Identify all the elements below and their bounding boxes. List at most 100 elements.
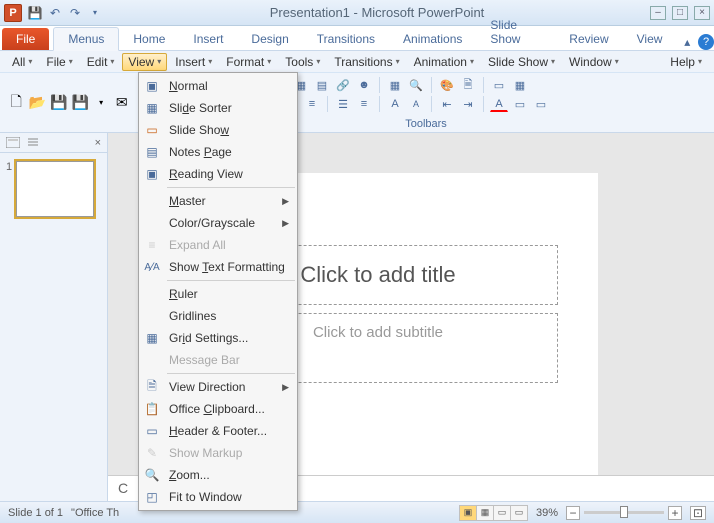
notes-page-icon: ▤ [141, 143, 163, 161]
increase-font-icon[interactable]: A [386, 96, 404, 112]
expand-icon: ≡ [141, 236, 163, 254]
save-icon[interactable]: 💾 [50, 93, 67, 113]
menu-help[interactable]: Help▾ [664, 53, 708, 71]
zoom-in-button[interactable]: + [668, 506, 682, 520]
slide-thumbnail[interactable] [16, 161, 94, 217]
statusbar: Slide 1 of 1 "Office Th ▣ ▦ ▭ ▭ 39% − + … [0, 501, 714, 523]
design-icon[interactable]: ▭ [511, 96, 529, 112]
menu-file[interactable]: File▾ [40, 53, 78, 71]
sorter-view-button[interactable]: ▦ [476, 505, 494, 521]
normal-view-button[interactable]: ▣ [459, 505, 477, 521]
menu-slideshow[interactable]: Slide Show▾ [482, 53, 561, 71]
view-header-footer[interactable]: ▭Header & Footer... [139, 420, 297, 442]
view-color-grayscale[interactable]: Color/Grayscale▶ [139, 212, 297, 234]
close-button[interactable]: × [694, 6, 710, 20]
menu-format[interactable]: Format▾ [220, 53, 277, 71]
zoom-thumb[interactable] [620, 506, 628, 518]
save-icon[interactable]: 💾 [26, 4, 44, 22]
open-icon[interactable]: 📂 [29, 93, 46, 113]
tab-slideshow[interactable]: Slide Show [476, 14, 555, 50]
tab-file[interactable]: File [2, 28, 49, 50]
menu-edit[interactable]: Edit▾ [81, 53, 121, 71]
view-ruler[interactable]: Ruler [139, 283, 297, 305]
tab-view[interactable]: View [623, 28, 677, 50]
menu-tools[interactable]: Tools▾ [279, 53, 326, 71]
view-master[interactable]: Master▶ [139, 190, 297, 212]
zoom-track[interactable] [584, 511, 664, 514]
saveas-icon[interactable]: 💾 [71, 93, 88, 113]
decrease-font-icon[interactable]: A [407, 96, 425, 112]
reading-view-icon: ▣ [141, 165, 163, 183]
menu-transitions[interactable]: Transitions▾ [328, 53, 405, 71]
view-notes-page[interactable]: ▤Notes Page [139, 141, 297, 163]
tab-home[interactable]: Home [119, 28, 179, 50]
ribbon-tabs: File Menus Home Insert Design Transition… [0, 26, 714, 51]
tab-design[interactable]: Design [237, 28, 302, 50]
ribbon-quick-icons: 🗋 📂 💾 💾 ▾ ✉ [0, 73, 138, 132]
newslide2-icon[interactable]: ▭ [532, 96, 550, 112]
view-slide-sorter[interactable]: ▦Slide Sorter [139, 97, 297, 119]
tab-transitions[interactable]: Transitions [303, 28, 389, 50]
mail-icon[interactable]: ✉ [113, 93, 130, 113]
numbering-icon[interactable]: ≡ [355, 96, 373, 112]
view-zoom[interactable]: 🔍Zoom... [139, 464, 297, 486]
outline-tab-icon[interactable] [26, 137, 40, 148]
tab-review[interactable]: Review [555, 28, 622, 50]
hyperlink-icon[interactable]: 🔗 [334, 77, 352, 93]
zoom-out-button[interactable]: − [566, 506, 580, 520]
markup-icon: ✎ [141, 444, 163, 462]
tab-menus[interactable]: Menus [53, 27, 119, 51]
menu-window[interactable]: Window▾ [563, 53, 625, 71]
bullets-icon[interactable]: ☰ [334, 96, 352, 112]
table-icon[interactable]: ▤ [313, 77, 331, 93]
view-grid-settings[interactable]: ▦Grid Settings... [139, 327, 297, 349]
view-office-clipboard[interactable]: 📋Office Clipboard... [139, 398, 297, 420]
layout-icon[interactable]: ▦ [511, 77, 529, 93]
permission-icon[interactable]: ▾ [93, 93, 110, 113]
minimize-button[interactable]: – [650, 6, 666, 20]
view-gridlines[interactable]: Gridlines [139, 305, 297, 327]
reading-view-button[interactable]: ▭ [493, 505, 511, 521]
status-zoom-value[interactable]: 39% [536, 507, 558, 519]
view-fit-to-window[interactable]: ◰Fit to Window [139, 486, 297, 508]
indent-more-icon[interactable]: ⇥ [459, 96, 477, 112]
maximize-button[interactable]: □ [672, 6, 688, 20]
tab-animations[interactable]: Animations [389, 28, 476, 50]
new-icon[interactable]: 🗋 [8, 93, 25, 113]
justify-icon[interactable]: ≡ [303, 96, 321, 112]
qat-dropdown-icon[interactable]: ▾ [86, 4, 104, 22]
slides-tab-icon[interactable] [6, 137, 20, 148]
clipart-icon[interactable]: ☻ [355, 77, 373, 93]
menu-animation[interactable]: Animation▾ [408, 53, 480, 71]
view-show-text-formatting[interactable]: A⁄AShow Text Formatting [139, 256, 297, 278]
header-footer-icon: ▭ [141, 422, 163, 440]
menu-view[interactable]: View▾ [122, 53, 167, 71]
view-reading-view[interactable]: ▣Reading View [139, 163, 297, 185]
help-icon[interactable]: ? [698, 34, 714, 50]
close-panel-icon[interactable]: × [95, 137, 101, 149]
newslide-icon[interactable]: ▭ [490, 77, 508, 93]
minimize-ribbon-icon[interactable]: ▴ [680, 34, 694, 50]
undo-icon[interactable]: ↶ [46, 4, 64, 22]
slide-show-icon: ▭ [141, 121, 163, 139]
classic-menubar: All▾ File▾ Edit▾ View▾ Insert▾ Format▾ T… [0, 51, 714, 73]
fit-button[interactable]: ⊡ [690, 506, 706, 520]
view-direction-icon: 🗎 [141, 378, 163, 396]
zoom-icon[interactable]: 🔍 [407, 77, 425, 93]
menu-all[interactable]: All▾ [6, 53, 38, 71]
slideshow-view-button[interactable]: ▭ [510, 505, 528, 521]
indent-less-icon[interactable]: ⇤ [438, 96, 456, 112]
research-icon[interactable]: 🗎 [459, 77, 477, 93]
view-view-direction[interactable]: 🗎View Direction▶ [139, 376, 297, 398]
view-dropdown: ▣Normal ▦Slide Sorter ▭Slide Show ▤Notes… [138, 72, 298, 511]
view-slide-show[interactable]: ▭Slide Show [139, 119, 297, 141]
view-normal[interactable]: ▣Normal [139, 75, 297, 97]
font-color-icon[interactable]: A [490, 96, 508, 112]
tab-insert[interactable]: Insert [179, 28, 237, 50]
menu-insert[interactable]: Insert▾ [169, 53, 218, 71]
color-icon[interactable]: 🎨 [438, 77, 456, 93]
titlebar: P 💾 ↶ ↷ ▾ Presentation1 - Microsoft Powe… [0, 0, 714, 26]
grid-icon[interactable]: ▦ [386, 77, 404, 93]
zoom-slider[interactable]: − + [566, 506, 682, 520]
redo-icon[interactable]: ↷ [66, 4, 84, 22]
